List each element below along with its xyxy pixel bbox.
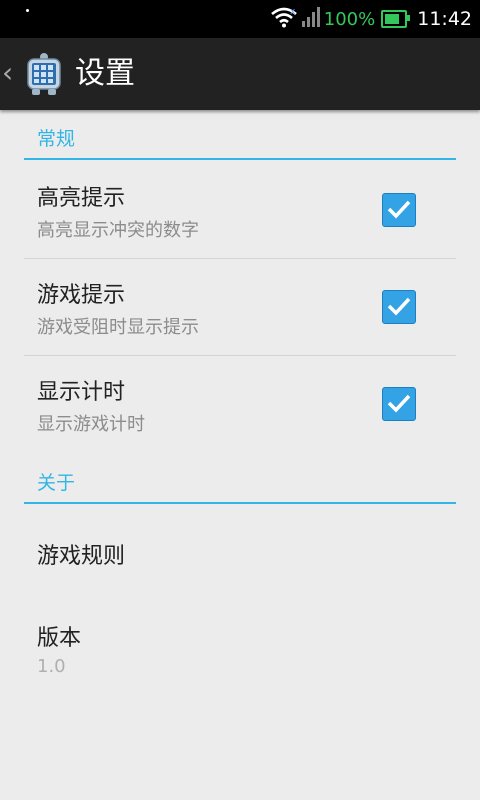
pref-game-hint-title: 游戏提示 xyxy=(37,283,126,308)
notification-dot xyxy=(26,9,29,12)
clock: 11:42 xyxy=(417,8,472,30)
pref-rules-title: 游戏规则 xyxy=(37,544,126,569)
pref-highlight-title: 高亮提示 xyxy=(37,186,126,211)
battery-icon xyxy=(381,10,411,28)
section-label-general: 常规 xyxy=(37,128,76,150)
game-hint-checkbox[interactable] xyxy=(382,290,416,324)
pref-version-summary: 1.0 xyxy=(37,656,66,677)
svg-text:x: x xyxy=(290,7,296,17)
app-icon[interactable] xyxy=(22,51,66,97)
timer-checkbox[interactable] xyxy=(382,387,416,421)
pref-highlight[interactable]: 高亮提示 高亮显示冲突的数字 xyxy=(24,162,456,258)
checkmark-icon xyxy=(387,200,411,219)
checkmark-icon xyxy=(387,297,411,316)
pref-highlight-summary: 高亮显示冲突的数字 xyxy=(37,220,199,241)
wifi-icon: x xyxy=(270,6,298,32)
section-header-about: 关于 xyxy=(24,462,456,504)
pref-version-title: 版本 xyxy=(37,626,82,651)
pref-game-hint-summary: 游戏受阻时显示提示 xyxy=(37,317,199,338)
pref-timer[interactable]: 显示计时 显示游戏计时 xyxy=(24,356,456,452)
highlight-checkbox[interactable] xyxy=(382,193,416,227)
pref-game-hint[interactable]: 游戏提示 游戏受阻时显示提示 xyxy=(24,259,456,355)
status-icons: x 100% 11:42 xyxy=(270,0,472,38)
back-chevron-icon[interactable]: ‹ xyxy=(2,56,13,89)
status-bar: x 100% 11:42 xyxy=(0,0,480,38)
pref-timer-title: 显示计时 xyxy=(37,380,126,405)
section-header-general: 常规 xyxy=(24,118,456,160)
page-title: 设置 xyxy=(75,56,135,91)
checkmark-icon xyxy=(387,394,411,413)
section-label-about: 关于 xyxy=(37,472,76,494)
battery-percent: 100% xyxy=(323,8,376,30)
pref-rules[interactable]: 游戏规则 xyxy=(24,505,456,601)
pref-version[interactable]: 版本 1.0 xyxy=(24,602,456,698)
action-bar: ‹ 设置 xyxy=(0,38,480,110)
pref-timer-summary: 显示游戏计时 xyxy=(37,414,145,435)
signal-icon xyxy=(301,7,320,31)
